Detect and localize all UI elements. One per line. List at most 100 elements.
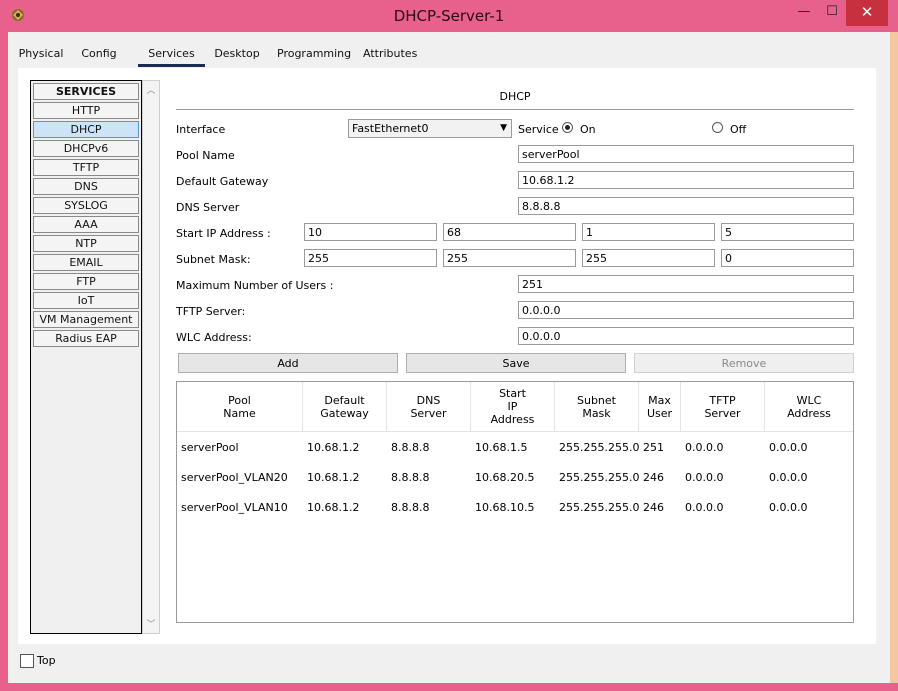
table-row[interactable]: serverPool 10.68.1.2 8.8.8.8 10.68.1.5 2… bbox=[177, 433, 853, 463]
service-item-tftp[interactable]: TFTP bbox=[33, 159, 139, 176]
pool-name-label: Pool Name bbox=[176, 149, 235, 162]
services-scrollbar[interactable]: ︿ ﹀ bbox=[142, 80, 160, 634]
window-title: DHCP-Server-1 bbox=[393, 7, 505, 25]
scroll-up-icon[interactable]: ︿ bbox=[143, 83, 159, 96]
cell-default-gateway: 10.68.1.2 bbox=[307, 471, 360, 484]
service-item-vm-management[interactable]: VM Management bbox=[33, 311, 139, 328]
service-item-iot[interactable]: IoT bbox=[33, 292, 139, 309]
start-ip-octet-2[interactable]: 68 bbox=[443, 223, 576, 241]
cell-max-user: 251 bbox=[643, 441, 664, 454]
scroll-down-icon[interactable]: ﹀ bbox=[143, 617, 159, 630]
service-item-dns[interactable]: DNS bbox=[33, 178, 139, 195]
tab-attributes[interactable]: Attributes bbox=[363, 42, 417, 66]
window-client-area: Physical Config Services Desktop Program… bbox=[8, 32, 890, 683]
cell-dns-server: 8.8.8.8 bbox=[391, 501, 430, 514]
section-divider bbox=[176, 109, 854, 110]
subnet-octet-4[interactable]: 0 bbox=[721, 249, 854, 267]
tftp-server-label: TFTP Server: bbox=[176, 305, 246, 318]
tab-services[interactable]: Services bbox=[138, 42, 205, 67]
maximize-button[interactable]: ☐ bbox=[818, 0, 846, 26]
pool-table: Pool Name Default Gateway DNS Server Start I… bbox=[176, 381, 854, 623]
minimize-button[interactable]: — bbox=[790, 0, 818, 26]
service-item-aaa[interactable]: AAA bbox=[33, 216, 139, 233]
service-on-radio[interactable] bbox=[562, 122, 573, 133]
tab-programming[interactable]: Programming bbox=[277, 42, 351, 66]
table-row[interactable]: serverPool_VLAN10 10.68.1.2 8.8.8.8 10.6… bbox=[177, 493, 853, 523]
service-item-email[interactable]: EMAIL bbox=[33, 254, 139, 271]
service-item-http[interactable]: HTTP bbox=[33, 102, 139, 119]
cell-wlc-address: 0.0.0.0 bbox=[769, 501, 808, 514]
column-header-tftp-server[interactable]: TFTP Server bbox=[681, 382, 765, 432]
wlc-address-field[interactable]: 0.0.0.0 bbox=[518, 327, 854, 345]
add-button[interactable]: Add bbox=[178, 353, 398, 373]
services-list: SERVICES HTTP DHCP DHCPv6 TFTP DNS SYSLO… bbox=[30, 80, 142, 634]
tab-physical[interactable]: Physical bbox=[18, 42, 64, 66]
services-header: SERVICES bbox=[33, 83, 139, 100]
service-on-label: On bbox=[580, 123, 596, 136]
subnet-octet-2[interactable]: 255 bbox=[443, 249, 576, 267]
cell-default-gateway: 10.68.1.2 bbox=[307, 441, 360, 454]
cell-start-ip: 10.68.20.5 bbox=[475, 471, 535, 484]
column-header-start-ip[interactable]: Start IP Address bbox=[471, 382, 555, 432]
column-header-default-gateway[interactable]: Default Gateway bbox=[303, 382, 387, 432]
service-item-syslog[interactable]: SYSLOG bbox=[33, 197, 139, 214]
top-checkbox-label: Top bbox=[37, 654, 56, 667]
start-ip-octet-3[interactable]: 1 bbox=[582, 223, 715, 241]
max-users-field[interactable]: 251 bbox=[518, 275, 854, 293]
subnet-mask-label: Subnet Mask: bbox=[176, 253, 251, 266]
default-gateway-label: Default Gateway bbox=[176, 175, 269, 188]
service-item-ntp[interactable]: NTP bbox=[33, 235, 139, 252]
cell-tftp-server: 0.0.0.0 bbox=[685, 471, 724, 484]
cell-max-user: 246 bbox=[643, 501, 664, 514]
service-item-radius-eap[interactable]: Radius EAP bbox=[33, 330, 139, 347]
start-ip-octet-4[interactable]: 5 bbox=[721, 223, 854, 241]
dhcp-section-title: DHCP bbox=[499, 90, 531, 103]
save-button[interactable]: Save bbox=[406, 353, 626, 373]
dns-server-field[interactable]: 8.8.8.8 bbox=[518, 197, 854, 215]
default-gateway-field[interactable]: 10.68.1.2 bbox=[518, 171, 854, 189]
cell-tftp-server: 0.0.0.0 bbox=[685, 441, 724, 454]
interface-select-value: FastEthernet0 bbox=[352, 122, 429, 135]
column-header-subnet-mask[interactable]: Subnet Mask bbox=[555, 382, 639, 432]
cell-dns-server: 8.8.8.8 bbox=[391, 441, 430, 454]
cell-pool-name: serverPool_VLAN20 bbox=[181, 471, 288, 484]
subnet-octet-1[interactable]: 255 bbox=[304, 249, 437, 267]
interface-label: Interface bbox=[176, 123, 226, 136]
service-item-ftp[interactable]: FTP bbox=[33, 273, 139, 290]
tftp-server-field[interactable]: 0.0.0.0 bbox=[518, 301, 854, 319]
cell-start-ip: 10.68.1.5 bbox=[475, 441, 528, 454]
title-bar: DHCP-Server-1 — ☐ ✕ bbox=[0, 0, 898, 32]
cell-wlc-address: 0.0.0.0 bbox=[769, 441, 808, 454]
interface-select[interactable]: FastEthernet0 ▼ bbox=[348, 119, 512, 138]
chevron-down-icon: ▼ bbox=[500, 123, 507, 133]
close-button[interactable]: ✕ bbox=[846, 0, 888, 26]
service-off-label: Off bbox=[730, 123, 747, 136]
service-label: Service bbox=[518, 123, 559, 136]
background-window-edge bbox=[890, 32, 898, 683]
cell-pool-name: serverPool bbox=[181, 441, 239, 454]
column-header-dns-server[interactable]: DNS Server bbox=[387, 382, 471, 432]
column-header-pool-name[interactable]: Pool Name bbox=[177, 382, 303, 432]
pool-name-field[interactable]: serverPool bbox=[518, 145, 854, 163]
top-checkbox[interactable] bbox=[20, 654, 34, 668]
remove-button[interactable]: Remove bbox=[634, 353, 854, 373]
cell-tftp-server: 0.0.0.0 bbox=[685, 501, 724, 514]
wlc-address-label: WLC Address: bbox=[176, 331, 252, 344]
cell-default-gateway: 10.68.1.2 bbox=[307, 501, 360, 514]
cell-subnet-mask: 255.255.255.0 bbox=[559, 441, 640, 454]
column-header-max-user[interactable]: Max User bbox=[639, 382, 681, 432]
service-off-radio[interactable] bbox=[712, 122, 723, 133]
cell-subnet-mask: 255.255.255.0 bbox=[559, 501, 640, 514]
tab-config[interactable]: Config bbox=[78, 42, 120, 66]
subnet-octet-3[interactable]: 255 bbox=[582, 249, 715, 267]
start-ip-octet-1[interactable]: 10 bbox=[304, 223, 437, 241]
dns-server-label: DNS Server bbox=[176, 201, 240, 214]
service-item-dhcpv6[interactable]: DHCPv6 bbox=[33, 140, 139, 157]
cell-wlc-address: 0.0.0.0 bbox=[769, 471, 808, 484]
services-panel: SERVICES HTTP DHCP DHCPv6 TFTP DNS SYSLO… bbox=[18, 68, 876, 644]
max-users-label: Maximum Number of Users : bbox=[176, 279, 334, 292]
table-row[interactable]: serverPool_VLAN20 10.68.1.2 8.8.8.8 10.6… bbox=[177, 463, 853, 493]
tab-desktop[interactable]: Desktop bbox=[214, 42, 260, 66]
service-item-dhcp[interactable]: DHCP bbox=[33, 121, 139, 138]
column-header-wlc-address[interactable]: WLC Address bbox=[765, 382, 853, 432]
